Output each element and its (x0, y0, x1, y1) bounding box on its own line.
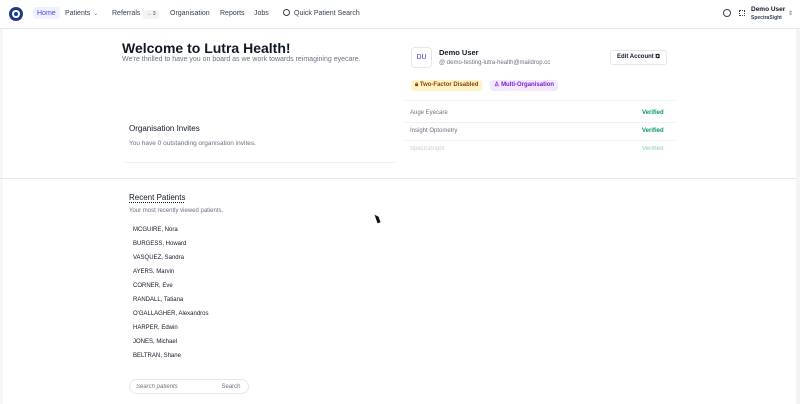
nav-organisation[interactable]: Organisation (170, 8, 210, 20)
right-scrollbar[interactable] (796, 29, 800, 404)
org-row-name: Insight Optometry (410, 128, 458, 134)
users-icon: ♙ (494, 82, 500, 88)
referrals-count-badge: → 3 (143, 10, 159, 19)
patient-link[interactable]: JONES, Michael (133, 339, 177, 345)
nav-referrals[interactable]: Referrals → 3 (112, 8, 159, 20)
mouse-cursor-icon (374, 213, 381, 224)
invites-message: You have 0 outstanding organisation invi… (129, 140, 256, 147)
patient-link[interactable]: BELTRAN, Shane (133, 353, 181, 359)
edit-account-label: Edit Account (617, 54, 654, 60)
lock-icon: 🔒︎ (415, 82, 419, 88)
gear-icon[interactable] (723, 9, 731, 17)
patient-link[interactable]: RANDALL, Tatiana (133, 297, 183, 303)
search-patients-input[interactable] (136, 382, 214, 392)
patient-link[interactable]: O'GALLAGHER, Alexandros (133, 311, 209, 317)
patient-link[interactable]: VASQUEZ, Sandra (133, 255, 184, 261)
at-icon: @ (439, 60, 447, 66)
nav-patients-label: Patients (65, 10, 91, 17)
multi-org-badge: ♙ Multi-Organisation (490, 80, 559, 91)
patient-link[interactable]: AYERS, Marvin (133, 269, 174, 275)
multi-org-label: Multi-Organisation (501, 82, 555, 88)
quick-patient-search[interactable]: Quick Patient Search (283, 8, 360, 20)
search-icon (283, 9, 290, 16)
divider (405, 140, 675, 141)
recent-patients-title: Recent Patients (129, 193, 186, 202)
lutra-logo-icon[interactable] (9, 7, 23, 21)
chevron-down-icon: ⌄ (93, 11, 99, 17)
verified-badge: Verified (642, 146, 664, 152)
divider (405, 100, 675, 101)
quick-search-label: Quick Patient Search (294, 10, 360, 17)
left-edge (0, 29, 3, 404)
nav-reports[interactable]: Reports (220, 8, 245, 20)
grid-icon[interactable] (739, 10, 745, 16)
welcome-title: Welcome to Lutra Health! (122, 40, 291, 56)
patient-link[interactable]: BURGESS, Howard (133, 241, 186, 247)
account-email: @ demo-testing-lutra-health@maildrop.cc (439, 60, 550, 66)
welcome-subtitle: We're thrilled to have you on board as w… (122, 56, 361, 63)
org-row-name: SpectraSight (410, 146, 445, 152)
patient-search-box: Search (129, 379, 249, 394)
org-row-name: Auge Eyecare (410, 110, 448, 116)
top-nav: Home Patients ⌄ Referrals → 3 Organisation… (0, 0, 800, 29)
divider (125, 162, 395, 163)
search-button[interactable]: Search (216, 381, 246, 392)
patient-link[interactable]: MCGUIRE, Nora (133, 227, 178, 233)
account-email-text: demo-testing-lutra-health@maildrop.cc (446, 60, 551, 66)
external-link-icon: ⧉ (655, 54, 660, 60)
two-factor-label: Two-Factor Disabled (419, 82, 479, 88)
nav-patients[interactable]: Patients ⌄ (65, 8, 98, 20)
verified-badge: Verified (642, 110, 664, 116)
account-name: Demo User (439, 48, 479, 57)
edit-account-button[interactable]: Edit Account ⧉ (610, 50, 667, 65)
patient-link[interactable]: CORNER, Eve (133, 283, 173, 289)
recent-patients-subtitle: Your most recently viewed patients. (129, 208, 224, 214)
user-name[interactable]: Demo User (751, 6, 785, 13)
nav-referrals-label: Referrals (112, 10, 141, 17)
nav-home[interactable]: Home (33, 7, 60, 19)
two-factor-badge: 🔒︎ Two-Factor Disabled (411, 80, 483, 91)
avatar: DU (411, 47, 432, 68)
section-divider (0, 178, 796, 179)
user-org[interactable]: SpectraSight (751, 15, 782, 21)
nav-jobs[interactable]: Jobs (254, 8, 269, 20)
invites-title: Organisation Invites (129, 124, 200, 133)
chevron-updown-icon[interactable]: ⇕ (788, 10, 793, 17)
patient-link[interactable]: HARPER, Edwin (133, 325, 178, 331)
divider (405, 122, 675, 123)
verified-badge: Verified (642, 128, 664, 134)
